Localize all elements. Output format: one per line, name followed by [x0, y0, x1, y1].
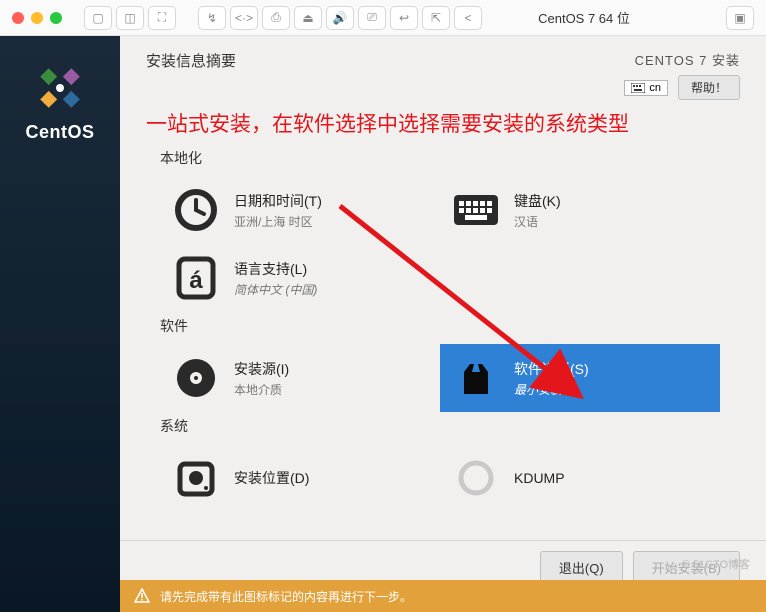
section-localization: 本地化 — [160, 148, 748, 168]
warning-text: 请先完成带有此图标标记的内容再进行下一步。 — [160, 588, 412, 605]
keyboard-layout-indicator[interactable]: cn — [624, 80, 668, 96]
brand-label: CentOS — [25, 122, 94, 143]
sidebar: CentOS — [0, 36, 120, 612]
spoke-sub: 最小安装 — [514, 381, 589, 398]
spoke-title: 语言支持(L) — [234, 259, 317, 279]
clock-icon — [172, 186, 220, 234]
toolbar-button[interactable]: 🔊 — [326, 6, 354, 30]
keyboard-small-icon — [631, 83, 645, 93]
toolbar-mid-group: ↯ <·> ⎙ ⏏ 🔊 ⎚ ↩ ⇱ < — [198, 6, 482, 30]
toolbar-left-group: ▢ ◫ ⛶ — [84, 6, 176, 30]
section-system: 系统 — [160, 416, 748, 436]
toolbar-button[interactable]: ▢ — [84, 6, 112, 30]
close-window-icon[interactable] — [12, 12, 24, 24]
spoke-sub: 本地介质 — [234, 381, 289, 398]
watermark: © 51CTO博客 — [682, 556, 750, 572]
warning-bar[interactable]: 请先完成带有此图标标记的内容再进行下一步。 — [120, 580, 766, 612]
help-button[interactable]: 帮助！ — [678, 75, 740, 100]
svg-text:á: á — [189, 267, 203, 294]
spoke-title: KDUMP — [514, 470, 565, 486]
section-software: 软件 — [160, 316, 748, 336]
layout-code: cn — [649, 82, 661, 94]
toolbar-button[interactable]: ⎙ — [262, 6, 290, 30]
spoke-language[interactable]: á 语言支持(L) 简体中文 (中国) — [160, 244, 440, 312]
spoke-title: 安装位置(D) — [234, 468, 309, 488]
mac-titlebar: ▢ ◫ ⛶ ↯ <·> ⎙ ⏏ 🔊 ⎚ ↩ ⇱ < CentOS 7 64 位 … — [0, 0, 766, 36]
window-title: CentOS 7 64 位 — [450, 8, 718, 27]
spoke-title: 安装源(I) — [234, 359, 289, 379]
toolbar-button[interactable]: ⛶ — [148, 6, 176, 30]
traffic-lights — [12, 12, 62, 24]
disc-icon — [172, 354, 220, 402]
spoke-title: 键盘(K) — [514, 191, 561, 211]
page-title: 安装信息摘要 — [146, 50, 236, 71]
toolbar-button[interactable]: ⇱ — [422, 6, 450, 30]
zoom-window-icon[interactable] — [50, 12, 62, 24]
warning-icon — [134, 588, 150, 604]
toolbar-button[interactable]: ↯ — [198, 6, 226, 30]
toolbar-button[interactable]: ↩ — [390, 6, 418, 30]
package-icon — [452, 354, 500, 402]
spoke-title: 日期和时间(T) — [234, 191, 322, 211]
spoke-software-selection[interactable]: 软件选择(S) 最小安装 — [440, 344, 720, 412]
keyboard-icon — [452, 186, 500, 234]
toolbar-button[interactable]: ◫ — [116, 6, 144, 30]
toolbar-button[interactable]: ⎚ — [358, 6, 386, 30]
spoke-sub: 亚洲/上海 时区 — [234, 213, 322, 230]
minimize-window-icon[interactable] — [31, 12, 43, 24]
kdump-icon — [452, 454, 500, 502]
toolbar-button[interactable]: <·> — [230, 6, 258, 30]
spoke-keyboard[interactable]: 键盘(K) 汉语 — [440, 176, 720, 244]
toolbar-button[interactable]: ⏏ — [294, 6, 322, 30]
spoke-install-destination[interactable]: 安装位置(D) — [160, 444, 440, 512]
spoke-title: 软件选择(S) — [514, 359, 589, 379]
spoke-sub: 简体中文 (中国) — [234, 281, 317, 298]
centos-logo-icon — [36, 64, 84, 112]
annotation-text: 一站式安装，在软件选择中选择需要安装的系统类型 — [120, 100, 766, 144]
hard-drive-icon — [172, 454, 220, 502]
toolbar-right-button[interactable]: ▣ — [726, 6, 754, 30]
spoke-datetime[interactable]: 日期和时间(T) 亚洲/上海 时区 — [160, 176, 440, 244]
spoke-install-source[interactable]: 安装源(I) 本地介质 — [160, 344, 440, 412]
content-area: 安装信息摘要 CENTOS 7 安装 cn 帮助！ 一站式安装，在软件选择中选择… — [120, 36, 766, 612]
language-icon: á — [172, 254, 220, 302]
spoke-sub: 汉语 — [514, 213, 561, 230]
spoke-kdump[interactable]: KDUMP — [440, 444, 720, 512]
install-label: CENTOS 7 安装 — [624, 50, 740, 69]
